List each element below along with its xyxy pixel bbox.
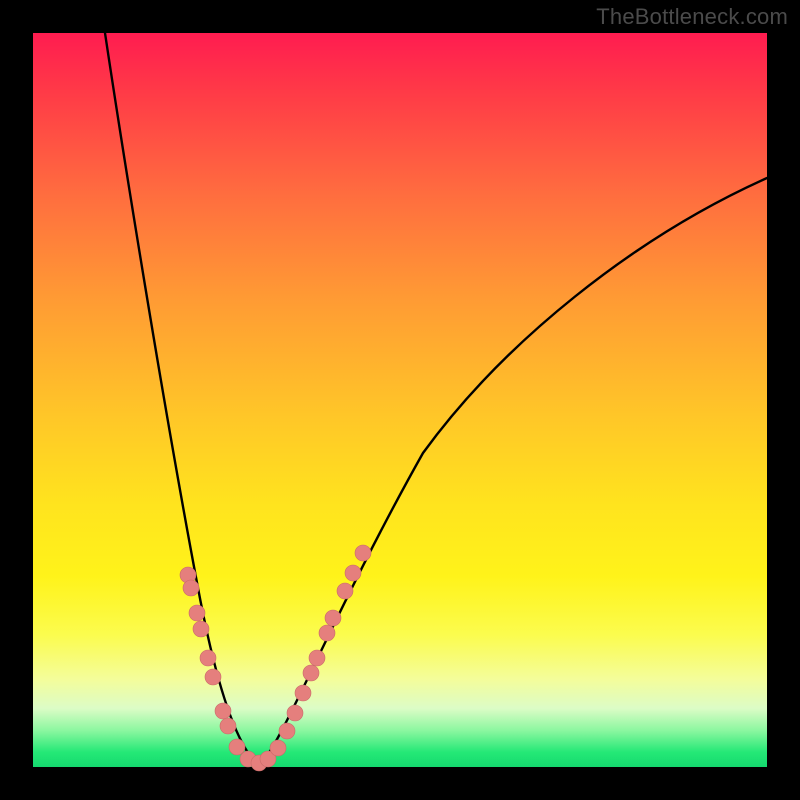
left-curve — [105, 33, 259, 766]
pink-dot-group — [180, 545, 371, 771]
dot — [325, 610, 341, 626]
dot — [295, 685, 311, 701]
dot — [270, 740, 286, 756]
dot — [220, 718, 236, 734]
chart-svg — [33, 33, 767, 767]
dot — [303, 665, 319, 681]
dot — [355, 545, 371, 561]
dot — [193, 621, 209, 637]
dot — [205, 669, 221, 685]
dot — [287, 705, 303, 721]
dot — [183, 580, 199, 596]
watermark-text: TheBottleneck.com — [596, 4, 788, 30]
dot — [309, 650, 325, 666]
chart-frame: TheBottleneck.com — [0, 0, 800, 800]
dot — [337, 583, 353, 599]
dot — [189, 605, 205, 621]
dot — [345, 565, 361, 581]
dot — [215, 703, 231, 719]
plot-gradient-area — [33, 33, 767, 767]
dot — [319, 625, 335, 641]
right-curve — [259, 178, 767, 766]
dot — [200, 650, 216, 666]
dot — [229, 739, 245, 755]
dot — [279, 723, 295, 739]
